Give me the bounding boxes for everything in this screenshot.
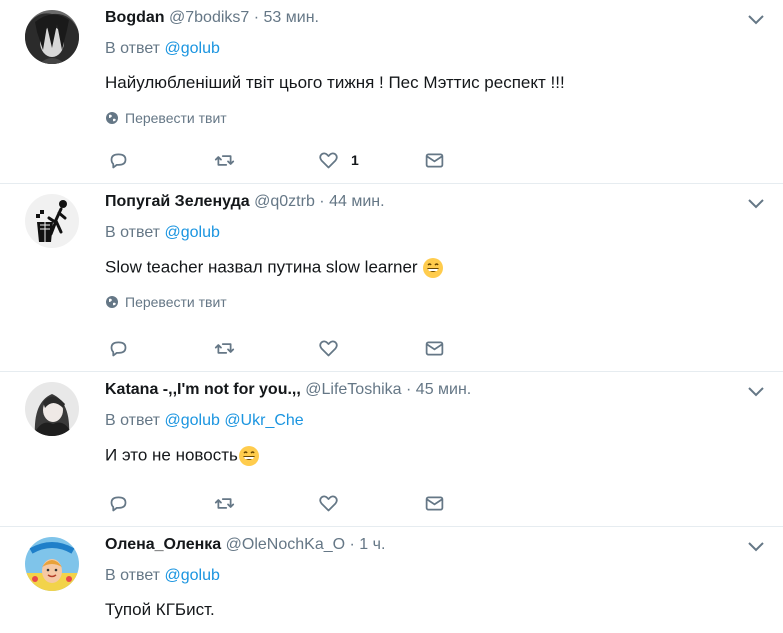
user-handle[interactable]: @LifeToshika <box>305 381 401 398</box>
tweet-actions <box>108 337 448 359</box>
reply-mention-link[interactable]: @golub <box>164 40 219 57</box>
tweet-header: Bogdan @7bodiks7 · 53 мин. <box>105 9 319 27</box>
chevron-down-icon[interactable] <box>747 14 765 26</box>
direct-message-button[interactable] <box>424 149 445 171</box>
timestamp[interactable]: · 44 мин. <box>319 193 384 210</box>
retweet-button[interactable] <box>214 149 235 171</box>
reply-prefix: В ответ <box>105 40 161 57</box>
globe-icon <box>106 112 118 124</box>
reply-context: В ответ @golub <box>105 567 220 585</box>
translate-label: Перевести твит <box>125 294 227 310</box>
user-handle[interactable]: @OleNochKa_O <box>226 536 345 553</box>
tweet-text: Найулюбленіший твіт цього тижня ! Пес Мэ… <box>105 73 565 92</box>
direct-message-button[interactable] <box>424 337 445 359</box>
chevron-down-icon[interactable] <box>747 541 765 553</box>
retweet-button[interactable] <box>214 492 235 514</box>
translate-link[interactable]: Перевести твит <box>105 294 227 310</box>
reply-button[interactable] <box>108 149 129 171</box>
tweet-text: Slow teacher назвал путина slow learner <box>105 257 444 279</box>
retweet-icon <box>214 497 235 509</box>
reply-icon <box>110 496 127 511</box>
user-handle[interactable]: @7bodiks7 <box>169 9 249 26</box>
envelope-icon <box>425 496 444 510</box>
like-button[interactable] <box>318 492 339 514</box>
tweet-header: Katana -,,I'm not for you.,, @LifeToshik… <box>105 381 471 399</box>
tweet-item[interactable]: Попугай Зеленуда @q0ztrb · 44 мин. В отв… <box>0 184 783 372</box>
tweet-actions <box>108 492 448 514</box>
tweet-text-content: И это не новость <box>105 445 238 465</box>
reply-icon <box>110 341 127 356</box>
user-name[interactable]: Попугай Зеленуда <box>105 193 250 210</box>
timestamp[interactable]: · 1 ч. <box>350 536 386 553</box>
reply-icon <box>110 153 127 168</box>
timestamp[interactable]: · 53 мин. <box>254 9 319 26</box>
reply-button[interactable] <box>108 337 129 359</box>
timestamp[interactable]: · 45 мин. <box>406 381 471 398</box>
chevron-down-icon[interactable] <box>747 386 765 398</box>
avatar[interactable] <box>25 194 79 248</box>
avatar[interactable] <box>25 537 79 591</box>
tweet-text: И это не новость <box>105 445 260 467</box>
avatar[interactable] <box>25 382 79 436</box>
reply-mention-link[interactable]: @golub <box>164 224 219 241</box>
globe-icon <box>106 296 118 308</box>
reply-prefix: В ответ <box>105 567 161 584</box>
tweet-header: Попугай Зеленуда @q0ztrb · 44 мин. <box>105 193 385 211</box>
heart-icon <box>319 152 338 168</box>
heart-icon <box>319 340 338 356</box>
like-button[interactable] <box>318 337 339 359</box>
user-handle[interactable]: @q0ztrb <box>254 193 315 210</box>
user-name[interactable]: Олена_Оленка <box>105 536 221 553</box>
tweet-text-content: Slow teacher назвал путина slow learner <box>105 257 418 277</box>
reply-context: В ответ @golub <box>105 40 220 58</box>
grinning-emoji-icon <box>423 258 444 278</box>
chevron-down-icon[interactable] <box>747 198 765 210</box>
user-name[interactable]: Katana -,,I'm not for you.,, <box>105 381 301 398</box>
like-button[interactable]: 1 <box>318 149 359 171</box>
tweet-text: Тупой КГБист. <box>105 600 215 619</box>
tweet-item[interactable]: Katana -,,I'm not for you.,, @LifeToshik… <box>0 372 783 527</box>
tweet-item[interactable]: Олена_Оленка @OleNochKa_O · 1 ч. В ответ… <box>0 527 783 633</box>
reply-prefix: В ответ <box>105 412 161 429</box>
reply-mention-link[interactable]: @golub <box>164 567 219 584</box>
user-name[interactable]: Bogdan <box>105 9 165 26</box>
reply-prefix: В ответ <box>105 224 161 241</box>
tweet-actions: 1 <box>108 149 448 171</box>
reply-mention-link[interactable]: @Ukr_Che <box>224 412 303 429</box>
translate-link[interactable]: Перевести твит <box>105 110 227 126</box>
reply-button[interactable] <box>108 492 129 514</box>
retweet-button[interactable] <box>214 337 235 359</box>
reply-context: В ответ @golub <box>105 224 220 242</box>
envelope-icon <box>425 341 444 355</box>
like-count: 1 <box>351 152 359 168</box>
heart-icon <box>319 495 338 511</box>
grinning-emoji-icon <box>238 446 259 466</box>
retweet-icon <box>214 154 235 166</box>
retweet-icon <box>214 342 235 354</box>
avatar[interactable] <box>25 10 79 64</box>
tweet-item[interactable]: Bogdan @7bodiks7 · 53 мин. В ответ @golu… <box>0 0 783 184</box>
tweet-header: Олена_Оленка @OleNochKa_O · 1 ч. <box>105 536 385 554</box>
reply-context: В ответ @golub @Ukr_Che <box>105 412 304 430</box>
direct-message-button[interactable] <box>424 492 445 514</box>
envelope-icon <box>425 153 444 167</box>
reply-mention-link[interactable]: @golub <box>164 412 219 429</box>
translate-label: Перевести твит <box>125 110 227 126</box>
